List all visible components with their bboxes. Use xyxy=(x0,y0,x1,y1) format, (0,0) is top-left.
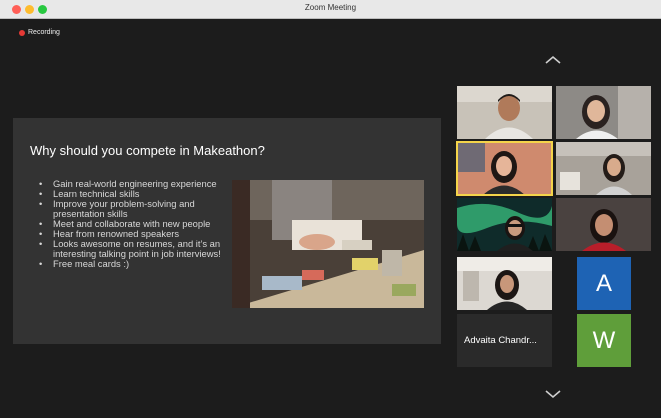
shared-screen-slide: Why should you compete in Makeathon? Gai… xyxy=(13,118,441,344)
participant-avatar-a: A xyxy=(577,257,631,310)
participant-name: Advaita Chandr... xyxy=(464,335,537,346)
participant-video-tile-active-speaker[interactable] xyxy=(456,141,553,196)
window-titlebar: Zoom Meeting xyxy=(0,0,661,19)
recording-label: Recording xyxy=(28,29,60,36)
slide-title: Why should you compete in Makeathon? xyxy=(30,143,265,158)
gallery-scroll-up-button[interactable] xyxy=(543,54,563,68)
participant-avatar-tile[interactable]: W xyxy=(556,314,651,367)
slide-photo xyxy=(232,180,424,308)
participant-name-tile[interactable]: Advaita Chandr... xyxy=(457,314,552,367)
participant-video xyxy=(457,198,552,251)
participant-video-tile[interactable] xyxy=(556,142,651,195)
participant-video-tile[interactable] xyxy=(457,86,552,139)
slide-bullet-list: Gain real-world engineering experience L… xyxy=(39,179,229,270)
slide-bullet: Free meal cards :) xyxy=(39,259,229,270)
chevron-down-icon xyxy=(545,390,561,399)
avatar-initial: W xyxy=(592,326,616,354)
participant-video xyxy=(457,257,552,310)
participant-video xyxy=(556,86,651,139)
participant-video xyxy=(457,86,552,139)
participant-video xyxy=(556,198,651,251)
slide-bullet: Improve your problem-solving and present… xyxy=(39,199,229,219)
window-title: Zoom Meeting xyxy=(304,3,357,12)
participant-avatar-w: W xyxy=(577,314,631,367)
recording-indicator[interactable]: Recording xyxy=(19,29,60,36)
slide-bullet: Looks awesome on resumes, and it’s an in… xyxy=(39,239,229,259)
participant-video-tile[interactable] xyxy=(556,86,651,139)
participant-video-tile[interactable] xyxy=(457,257,552,310)
participant-video xyxy=(556,142,651,195)
avatar-initial: A xyxy=(595,269,612,297)
participant-video xyxy=(457,142,552,195)
participant-avatar-tile[interactable]: A xyxy=(556,257,651,310)
recording-dot-icon xyxy=(19,29,25,36)
chevron-up-icon xyxy=(545,55,561,64)
gallery-scroll-down-button[interactable] xyxy=(543,388,563,402)
participant-video-tile[interactable] xyxy=(457,198,552,251)
participant-video-tile[interactable] xyxy=(556,198,651,251)
